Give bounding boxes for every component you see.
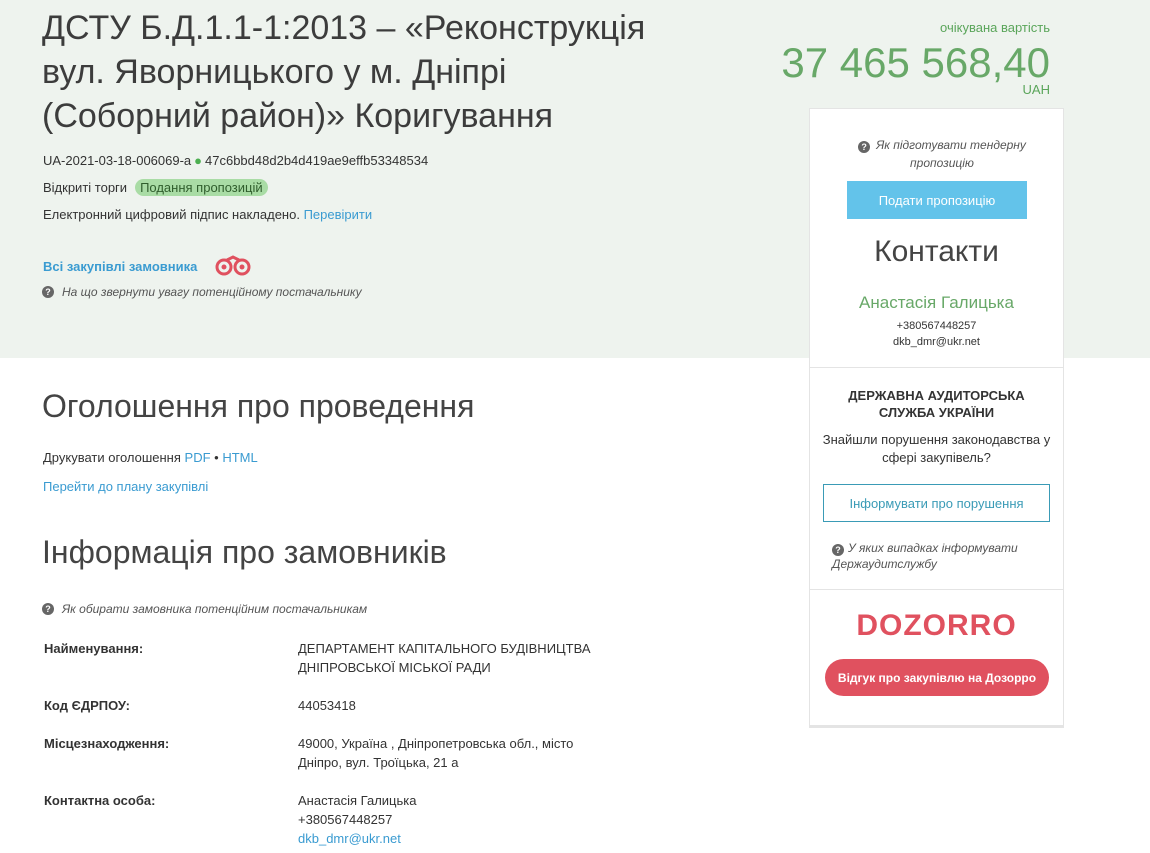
all-purchases-row: Всі закупівлі замовника: [43, 254, 253, 279]
edrpou-label: Код ЄДРПОУ:: [44, 698, 130, 713]
edrpou-value: 44053418: [298, 698, 356, 713]
contact-phone: +380567448257: [896, 320, 977, 332]
print-pdf-link[interactable]: PDF: [185, 450, 211, 465]
verify-signature-link[interactable]: Перевірити: [304, 207, 373, 222]
customer-name-value: ДЕПАРТАМЕНТ КАПІТАЛЬНОГО БУДІВНИЦТВА ДНІ…: [298, 641, 591, 675]
tender-id: UA-2021-03-18-006069-a: [43, 153, 192, 168]
location-value: 49000, Україна , Дніпропетровська обл., …: [298, 736, 574, 770]
signature-text: Електронний цифровий підпис накладено.: [43, 207, 300, 222]
question-icon: ?: [858, 141, 871, 153]
report-violation-button[interactable]: Інформувати про порушення: [823, 484, 1050, 522]
divider: [810, 589, 1063, 590]
prepare-proposal-hint-text: Як підготувати тендерну пропозицію: [876, 138, 1026, 170]
procedure-type: Відкриті торги: [43, 180, 128, 195]
print-html-link[interactable]: HTML: [222, 450, 257, 465]
customers-heading: Інформація про замовників: [42, 534, 447, 570]
dot-separator-icon: ●: [194, 153, 203, 168]
status-badge: Подання пропозицій: [135, 179, 268, 196]
link-separator: •: [214, 450, 219, 465]
question-icon: ?: [832, 544, 844, 556]
dozorro-review-button[interactable]: Відгук про закупівлю на Дозорро: [825, 659, 1049, 696]
dasu-text: Знайшли порушення законодавства у сфері …: [822, 432, 1051, 465]
procedure-line: Відкриті торги Подання пропозицій: [43, 179, 268, 196]
prepare-proposal-hint[interactable]: ? Як підготувати тендерну пропозицію: [852, 136, 1032, 172]
customer-name-label: Найменування:: [44, 641, 144, 656]
dasu-hint[interactable]: ? У яких випадках інформувати Держаудитсл…: [832, 540, 1047, 572]
contact-person-name: Анастасія Галицька: [298, 793, 417, 808]
customer-hint-text: Як обирати замовника потенційним постача…: [62, 602, 368, 616]
contacts-heading: Контакти: [874, 235, 999, 268]
dasu-hint-text: У яких випадках інформувати Держаудитслу…: [832, 541, 1018, 571]
expected-value-label: очікувана вартість: [940, 20, 1050, 35]
divider: [810, 367, 1063, 368]
customer-hint[interactable]: ? Як обирати замовника потенційним поста…: [42, 602, 367, 616]
question-icon: ?: [42, 603, 54, 615]
tender-id-line: UA-2021-03-18-006069-a ● 47c6bbd48d2b4d419…: [43, 153, 428, 168]
tender-title: ДСТУ Б.Д.1.1-1:2013 – «Реконструкція вул…: [42, 9, 646, 135]
dozorro-logo: DOZORRO: [856, 609, 1017, 642]
location-label: Місцезнаходження:: [44, 736, 170, 751]
contact-name: Анастасія Галицька: [859, 293, 1014, 312]
signature-line: Електронний цифровий підпис накладено. П…: [43, 207, 372, 222]
submit-proposal-button[interactable]: Подати пропозицію: [847, 181, 1027, 219]
print-announcement-line: Друкувати оголошення PDF • HTML: [43, 450, 258, 465]
contact-person-value: Анастасія Галицька +380567448257 dkb_dmr…: [298, 791, 618, 848]
sidebar-panel: ? Як підготувати тендерну пропозицію Пода…: [809, 108, 1064, 728]
contact-person-label: Контактна особа:: [44, 793, 156, 808]
tender-hash: 47c6bbd48d2b4d419ae9effb53348534: [205, 153, 429, 168]
contact-person-phone: +380567448257: [298, 812, 393, 827]
print-label: Друкувати оголошення: [43, 450, 181, 465]
dasu-title: ДЕРЖАВНА АУДИТОРСЬКА СЛУЖБА УКРАЇНИ: [848, 388, 1025, 420]
procurement-plan-link[interactable]: Перейти до плану закупівлі: [43, 479, 208, 494]
contact-person-email-link[interactable]: dkb_dmr@ukr.net: [298, 831, 401, 846]
supplier-hint[interactable]: ? На що звернути увагу потенційному пост…: [42, 285, 362, 299]
announcement-heading: Оголошення про проведення: [42, 388, 475, 424]
binoculars-icon[interactable]: [213, 254, 253, 279]
expected-value-amount: 37 465 568,40: [781, 39, 1050, 86]
all-purchases-link[interactable]: Всі закупівлі замовника: [43, 259, 197, 274]
expected-value-currency: UAH: [1022, 82, 1050, 97]
contact-email: dkb_dmr@ukr.net: [893, 336, 980, 348]
question-icon: ?: [42, 286, 54, 298]
supplier-hint-text: На що звернути увагу потенційному постач…: [62, 285, 362, 299]
